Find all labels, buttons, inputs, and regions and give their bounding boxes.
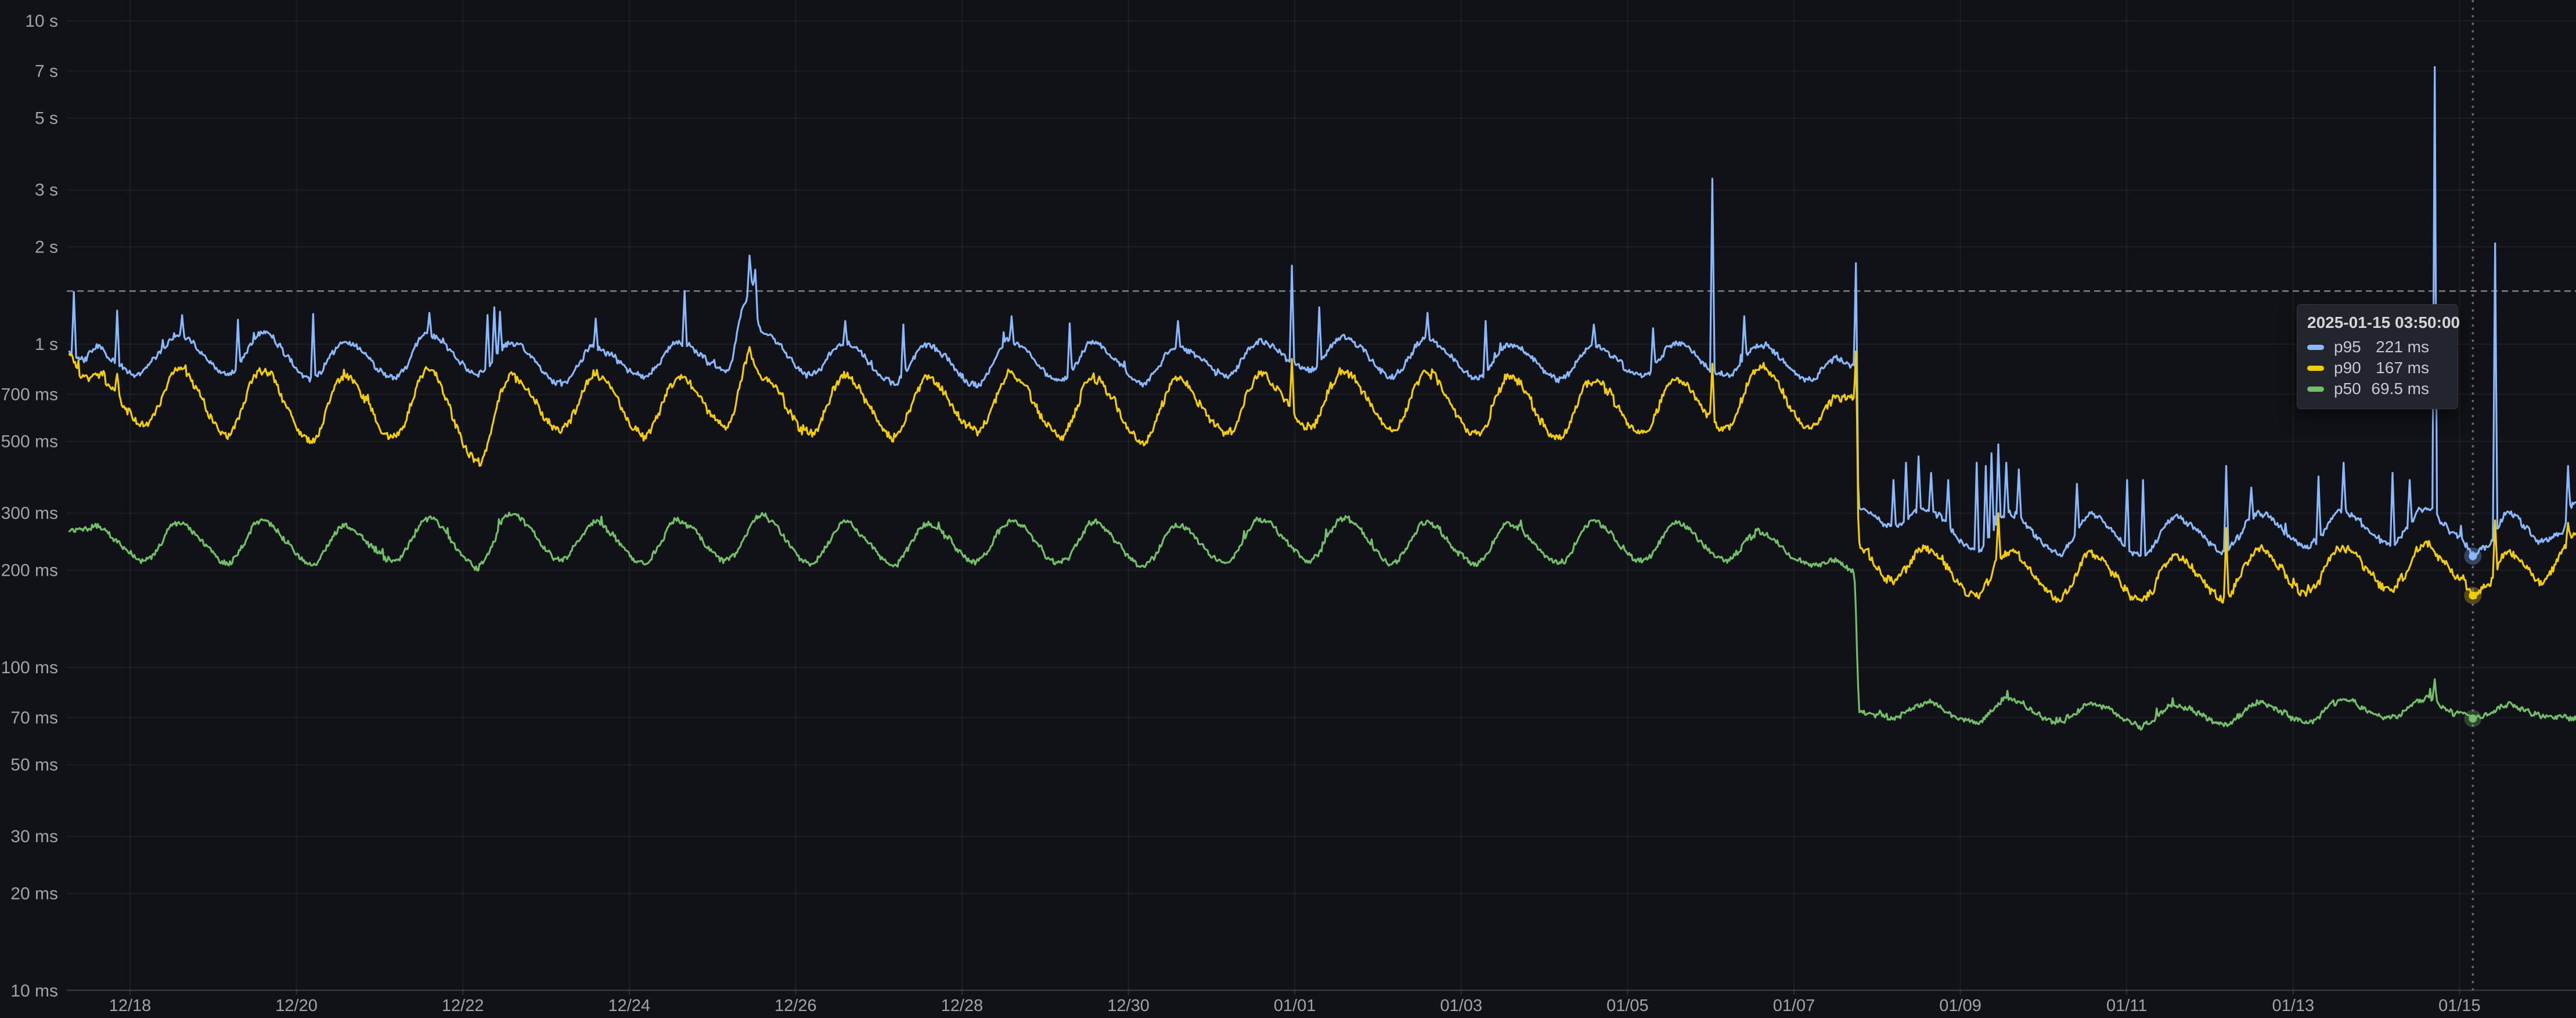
tooltip-row-p95: p95 221 ms xyxy=(2307,337,2448,358)
series-p50-line xyxy=(69,512,2576,730)
hover-point-p95 xyxy=(2469,552,2477,560)
x-axis-tick-label: 12/28 xyxy=(941,997,983,1015)
y-axis-tick-label: 10 s xyxy=(25,12,58,31)
x-axis-tick-label: 12/18 xyxy=(109,997,152,1015)
x-axis-tick-label: 01/07 xyxy=(1773,997,1815,1015)
x-axis-tick-label: 01/09 xyxy=(1939,997,1981,1015)
y-axis-tick-label: 5 s xyxy=(35,109,58,128)
x-axis-tick-label: 01/03 xyxy=(1440,997,1483,1015)
tooltip-series-label: p90 xyxy=(2334,359,2376,377)
tooltip-series-value: 221 ms xyxy=(2376,338,2429,356)
y-axis-tick-label: 2 s xyxy=(35,237,58,257)
tooltip-series-value: 167 ms xyxy=(2376,359,2429,377)
x-axis-tick-label: 01/13 xyxy=(2272,997,2315,1015)
y-axis-tick-label: 300 ms xyxy=(1,504,58,523)
tooltip-row-p50: p50 69.5 ms xyxy=(2307,378,2448,399)
tooltip-series-label: p50 xyxy=(2334,380,2371,398)
hover-point-p50 xyxy=(2469,714,2477,723)
tooltip-series-label: p95 xyxy=(2334,338,2376,356)
y-axis-tick-label: 700 ms xyxy=(1,385,58,404)
x-axis-tick-label: 01/11 xyxy=(2106,997,2147,1015)
tooltip-series-value: 69.5 ms xyxy=(2371,380,2429,398)
y-axis-tick-label: 1 s xyxy=(35,335,58,354)
p95-color-swatch xyxy=(2307,345,2324,350)
x-axis-tick-label: 01/05 xyxy=(1606,997,1649,1015)
y-axis-tick-label: 30 ms xyxy=(10,827,58,846)
latency-chart-plot[interactable]: 10 s 7 s 5 s 3 s 2 s 1 s 700 ms 500 ms 300 ms 200… xyxy=(0,0,2576,1018)
y-axis-tick-label: 70 ms xyxy=(10,708,58,727)
p90-color-swatch xyxy=(2307,366,2324,371)
x-axis-tick-label: 12/26 xyxy=(774,997,817,1015)
y-axis-tick-label: 500 ms xyxy=(1,432,58,452)
y-axis-tick-label: 20 ms xyxy=(10,884,58,903)
y-axis-tick-label: 100 ms xyxy=(1,658,58,677)
latency-timeseries-panel: 10 s 7 s 5 s 3 s 2 s 1 s 700 ms 500 ms 300 ms 200… xyxy=(0,0,2576,1018)
p50-color-swatch xyxy=(2307,387,2324,392)
hover-point-p90 xyxy=(2469,591,2477,600)
series-p95-line xyxy=(69,67,2576,558)
y-axis-tick-label: 50 ms xyxy=(10,756,58,775)
tooltip-timestamp: 2025-01-15 03:50:00 xyxy=(2307,312,2448,333)
x-axis-tick-label: 01/15 xyxy=(2438,997,2481,1015)
series-p90-line xyxy=(69,347,2576,603)
y-axis-tick-label: 10 ms xyxy=(10,981,58,1001)
x-axis-tick-label: 12/22 xyxy=(442,997,484,1015)
y-axis-tick-label: 7 s xyxy=(35,62,58,81)
x-axis-tick-label: 12/30 xyxy=(1107,997,1150,1015)
y-axis-tick-label: 200 ms xyxy=(1,561,58,580)
y-axis-tick-label: 3 s xyxy=(35,181,58,200)
x-axis-tick-label: 12/24 xyxy=(608,997,651,1015)
x-axis-tick-label: 01/01 xyxy=(1274,997,1316,1015)
x-axis-tick-label: 12/20 xyxy=(275,997,318,1015)
hover-tooltip: 2025-01-15 03:50:00 p95 221 ms p90 167 m… xyxy=(2297,304,2458,409)
tooltip-row-p90: p90 167 ms xyxy=(2307,358,2448,378)
